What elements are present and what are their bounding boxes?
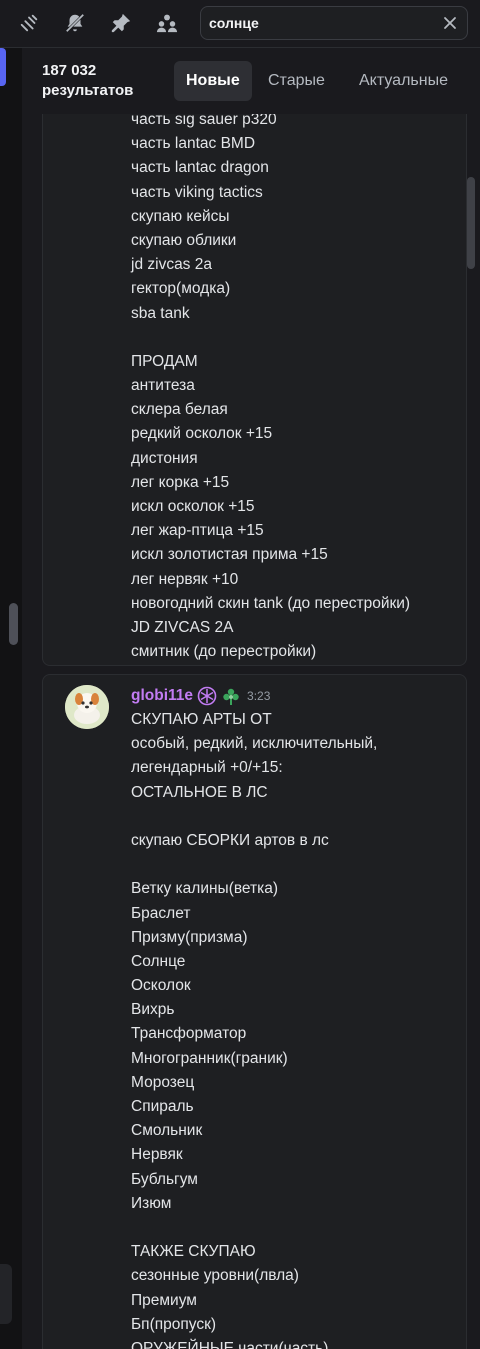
search-box [200, 6, 468, 40]
message-line: Призму(призма) [131, 928, 248, 946]
top-toolbar [0, 0, 480, 48]
message-timestamp: 3:23 [247, 689, 271, 703]
threads-icon[interactable] [17, 11, 41, 35]
message-line: Солнце [131, 952, 186, 970]
message-line: Смольник [131, 1122, 203, 1140]
message-line: Морозец [131, 1073, 195, 1091]
message-line: лег жар-птица +15 [131, 522, 264, 540]
snowflake-badge-icon [197, 686, 217, 706]
message-line: Спираль [131, 1098, 194, 1115]
message-line: редкий осколок +15 [131, 425, 273, 443]
search-results-list: часть sig sauer p320 часть lantac BMD част… [22, 114, 480, 1349]
message-line: ОРУЖЕЙНЫЕ части(часть) [131, 1339, 329, 1349]
message-line: jd zivcas 2a [131, 256, 212, 274]
message-line: часть lantac BMD [131, 135, 256, 153]
message-line: Трансформатор [131, 1025, 247, 1043]
message-line: смитник (до перестройки) [131, 643, 317, 661]
message-line: склера белая [131, 401, 228, 419]
message-line: Многогранник(граник) [131, 1049, 288, 1067]
message-line: дистония [131, 449, 198, 467]
message-line: Бп(пропуск) [131, 1315, 217, 1333]
message-line: новогодний скин tank (до перестройки) [131, 594, 411, 612]
mute-bell-icon[interactable] [63, 11, 87, 35]
message-line: лег нервяк +10 [131, 570, 239, 588]
message-author[interactable]: globi11e [131, 687, 193, 705]
message-line: скупаю СБОРКИ артов в лс [131, 831, 329, 849]
message-line: Браслет [131, 904, 191, 922]
server-rail [0, 48, 22, 1349]
message-line [131, 326, 461, 350]
message-line: антитеза [131, 377, 195, 395]
message-line: гектор(модка) [131, 280, 231, 298]
results-count-number: 187 032 [42, 62, 97, 79]
message-line: Ветку калины(ветка) [131, 880, 279, 898]
avatar[interactable] [65, 685, 109, 729]
message-line: скупаю облики [131, 231, 237, 249]
message-line: Нервяк [131, 1146, 183, 1164]
results-count: 187 032 результатов [42, 61, 162, 101]
message-line: часть sig sauer p320 [131, 114, 277, 128]
rail-selected-indicator [0, 48, 6, 86]
tab-oldest[interactable]: Старые [256, 61, 337, 101]
rail-scrollbar[interactable] [9, 603, 18, 645]
search-result-card[interactable]: часть sig sauer p320 часть lantac BMD част… [42, 114, 467, 666]
rail-bottom-panel [0, 1264, 12, 1324]
message-line: искл осколок +15 [131, 498, 255, 515]
message-line: особый, редкий, исключительный, [131, 735, 378, 753]
search-results-header: 187 032 результатов Новые Старые Актуаль… [22, 48, 480, 114]
message-line: лег корка +15 [131, 473, 230, 491]
tab-relevant[interactable]: Актуальные [347, 61, 460, 101]
message-line: JD ZIVCAS 2A [131, 618, 234, 636]
results-count-label: результатов [42, 82, 134, 99]
message-line: ОСТАЛЬНОЕ В ЛС [131, 783, 268, 801]
message-line: Осколок [131, 977, 191, 995]
message-line: Бубльгум [131, 1170, 198, 1188]
tab-newest[interactable]: Новые [174, 61, 252, 101]
results-scrollbar[interactable] [467, 177, 475, 269]
message-line [131, 1216, 461, 1240]
message-content: часть sig sauer p320 часть lantac BMD част… [131, 114, 461, 664]
message-line: часть viking tactics [131, 183, 263, 201]
clear-search-icon[interactable] [441, 14, 459, 32]
members-icon[interactable] [155, 11, 179, 35]
message-line: sba tank [131, 304, 190, 322]
pin-icon[interactable] [109, 11, 133, 35]
message-line [131, 853, 461, 877]
message-header: globi11e 3:23 [131, 685, 270, 707]
message-content: СКУПАЮ АРТЫ ОТ особый, редкий, исключител… [131, 708, 461, 1349]
message-line: Вихрь [131, 1001, 175, 1019]
message-line: часть lantac dragon [131, 159, 269, 177]
message-line: искл золотистая прима +15 [131, 546, 328, 564]
message-line: ТАКЖЕ СКУПАЮ [131, 1243, 256, 1261]
plant-badge-icon [223, 688, 239, 705]
search-result-card[interactable]: globi11e 3:23 СКУПАЮ АРТЫ ОТ особый, редк… [42, 674, 467, 1349]
message-line: ПРОДАМ [131, 352, 198, 370]
search-input[interactable] [201, 7, 431, 39]
message-line: СКУПАЮ АРТЫ ОТ [131, 711, 272, 728]
message-line: легендарный +0/+15: [131, 759, 283, 777]
message-line: Изюм [131, 1194, 172, 1212]
message-line [131, 805, 461, 829]
message-line: скупаю кейсы [131, 207, 230, 225]
message-line: сезонные уровни(лвла) [131, 1267, 299, 1285]
message-line: Премиум [131, 1291, 197, 1309]
